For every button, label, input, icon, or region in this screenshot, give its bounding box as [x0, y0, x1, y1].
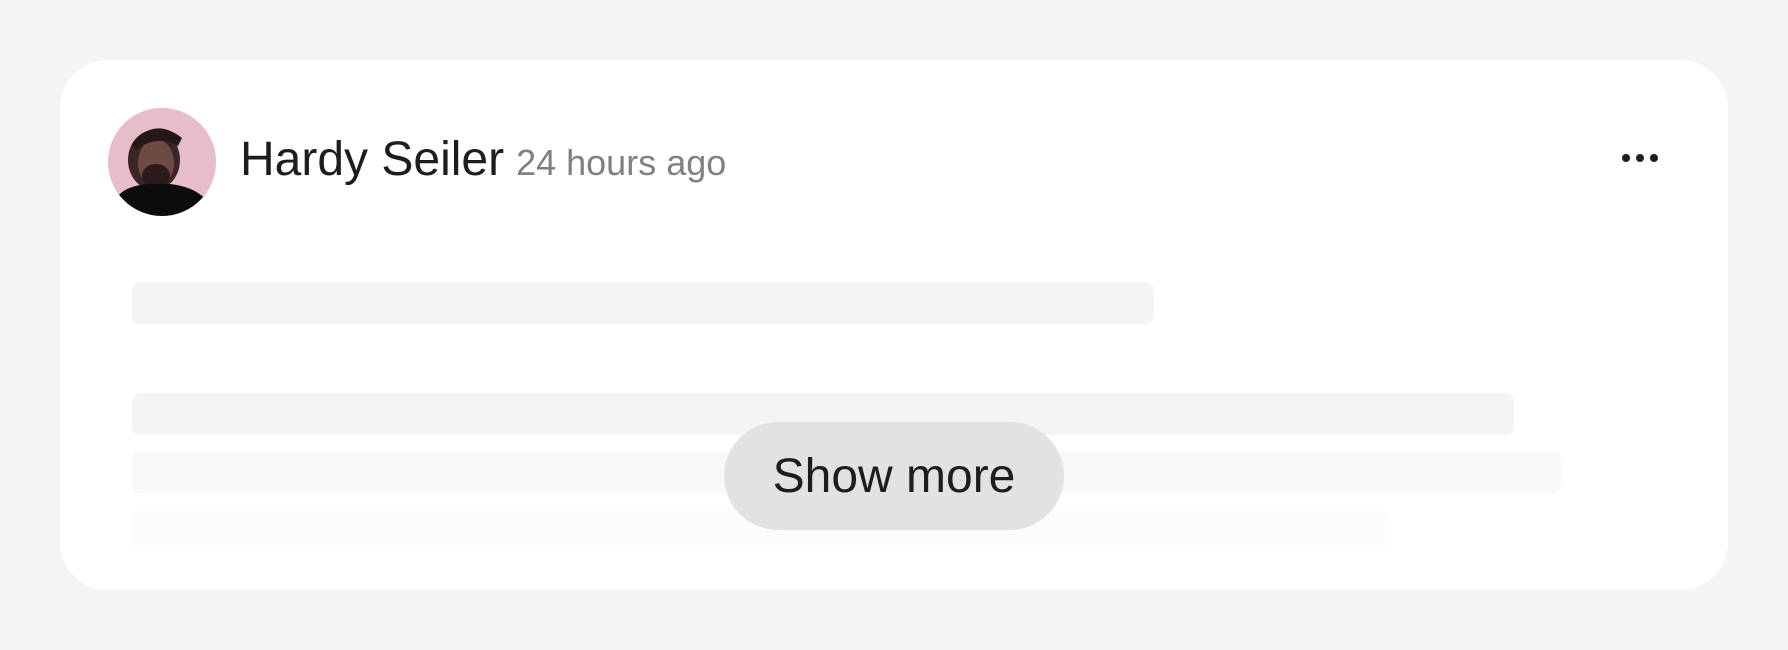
- menu-dot: [1636, 154, 1644, 162]
- author-name[interactable]: Hardy Seiler: [240, 132, 504, 187]
- post-card: Hardy Seiler 24 hours ago Show more: [60, 60, 1728, 590]
- post-timestamp: 24 hours ago: [516, 142, 727, 183]
- author-avatar[interactable]: [108, 108, 216, 216]
- more-options-icon[interactable]: [1622, 154, 1658, 162]
- menu-dot: [1622, 154, 1630, 162]
- avatar-image: [108, 108, 216, 216]
- menu-dot: [1650, 154, 1658, 162]
- post-header: Hardy Seiler 24 hours ago: [240, 132, 726, 187]
- show-more-button[interactable]: Show more: [724, 422, 1064, 530]
- skeleton-line: [132, 282, 1154, 324]
